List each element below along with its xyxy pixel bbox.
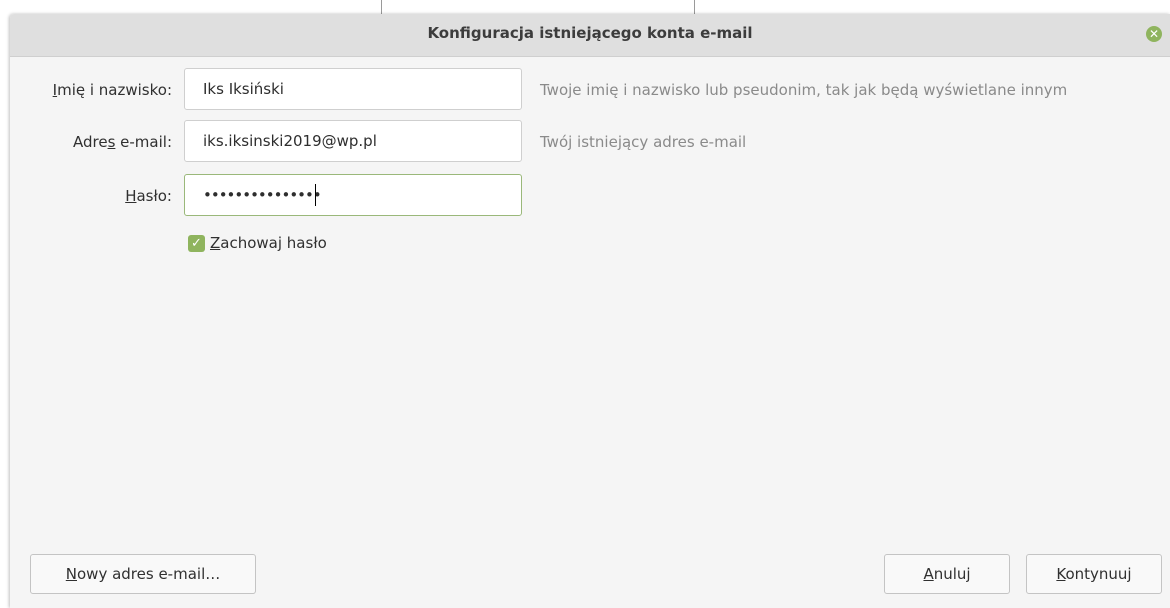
titlebar: Konfiguracja istniejącego konta e-mail ✕ bbox=[10, 14, 1170, 57]
continue-button[interactable]: Kontynuuj bbox=[1026, 554, 1162, 594]
dialog-title: Konfiguracja istniejącego konta e-mail bbox=[427, 24, 753, 42]
cancel-button[interactable]: Anuluj bbox=[884, 554, 1010, 594]
password-field-box[interactable] bbox=[184, 174, 522, 216]
email-field[interactable] bbox=[203, 121, 503, 161]
account-setup-dialog: Konfiguracja istniejącego konta e-mail ✕… bbox=[10, 14, 1170, 608]
name-label: Imię i nazwisko: bbox=[52, 81, 172, 99]
password-label: Hasło: bbox=[125, 187, 172, 205]
email-field-box[interactable] bbox=[184, 120, 522, 162]
name-field-box[interactable] bbox=[184, 68, 522, 110]
name-field[interactable] bbox=[203, 69, 503, 109]
remember-password-label[interactable]: Zachowaj hasło bbox=[210, 234, 327, 252]
name-hint: Twoje imię i nazwisko lub pseudonim, tak… bbox=[540, 81, 1068, 99]
email-label: Adres e-mail: bbox=[72, 133, 172, 151]
text-caret bbox=[315, 184, 316, 206]
password-field[interactable] bbox=[203, 175, 503, 215]
close-icon[interactable]: ✕ bbox=[1146, 26, 1162, 42]
email-hint: Twój istniejący adres e-mail bbox=[540, 133, 747, 151]
checkmark-icon[interactable]: ✓ bbox=[188, 235, 205, 252]
new-address-button[interactable]: Nowy adres e-mail… bbox=[30, 554, 256, 594]
